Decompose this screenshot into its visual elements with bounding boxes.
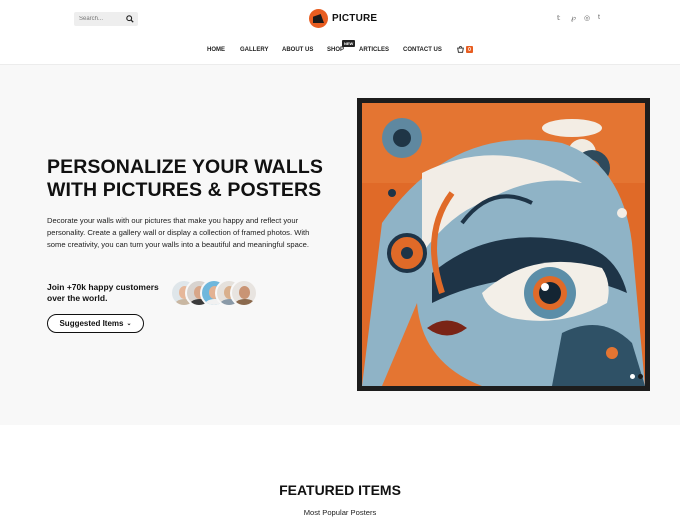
pinterest-icon[interactable]: ℘ xyxy=(571,14,576,22)
cart-icon xyxy=(457,46,464,53)
chevron-down-icon: ⌄ xyxy=(126,321,132,327)
hero-title-line2: WITH PICTURES & POSTERS xyxy=(47,179,322,201)
avatar xyxy=(230,279,258,307)
nav-gallery[interactable]: GALLERY xyxy=(240,47,268,53)
nav-about-us[interactable]: ABOUT US xyxy=(282,47,313,53)
slider-dots xyxy=(627,374,643,379)
logo-icon xyxy=(309,9,328,28)
hero-description: Decorate your walls with our pictures th… xyxy=(47,216,310,249)
nav-contact-us[interactable]: CONTACT US xyxy=(403,47,442,53)
hero-poster-image xyxy=(357,98,650,391)
nav-articles[interactable]: ARTICLES xyxy=(359,47,389,53)
new-badge: NEW xyxy=(342,40,356,47)
featured-subtitle: Most Popular Posters xyxy=(303,508,377,517)
join-text: Join +70k happy customers over the world… xyxy=(47,282,159,303)
logo-text: PICTURE xyxy=(332,13,378,24)
slider-dot-2[interactable] xyxy=(638,374,643,379)
twitter-icon[interactable]: 𝕥 xyxy=(557,14,560,22)
featured-title: FEATURED ITEMS xyxy=(279,482,401,498)
search-input[interactable] xyxy=(74,12,125,26)
poster-artwork xyxy=(362,103,645,386)
main-nav: HOME GALLERY ABOUT US SHOP ARTICLES CONT… xyxy=(0,47,680,57)
customer-avatars xyxy=(170,279,258,307)
nav-shop[interactable]: SHOP xyxy=(327,47,344,53)
nav-home[interactable]: HOME xyxy=(207,47,225,53)
hero-title: PERSONALIZE YOUR WALLS WITH PICTURES & P… xyxy=(47,156,347,202)
hero-title-line1: PERSONALIZE YOUR WALLS xyxy=(47,156,323,178)
cart-count-badge: 0 xyxy=(466,46,473,53)
search-icon[interactable] xyxy=(126,15,134,23)
suggested-items-label: Suggested Items xyxy=(59,319,124,328)
site-logo[interactable]: PICTURE xyxy=(309,9,377,28)
cart-button[interactable]: 0 xyxy=(457,46,473,53)
search-box[interactable] xyxy=(74,12,138,26)
instagram-icon[interactable]: ◎ xyxy=(584,14,590,22)
slider-dot-1[interactable] xyxy=(630,374,635,379)
tumblr-icon[interactable]: t xyxy=(598,14,600,21)
suggested-items-button[interactable]: Suggested Items ⌄ xyxy=(47,314,144,333)
